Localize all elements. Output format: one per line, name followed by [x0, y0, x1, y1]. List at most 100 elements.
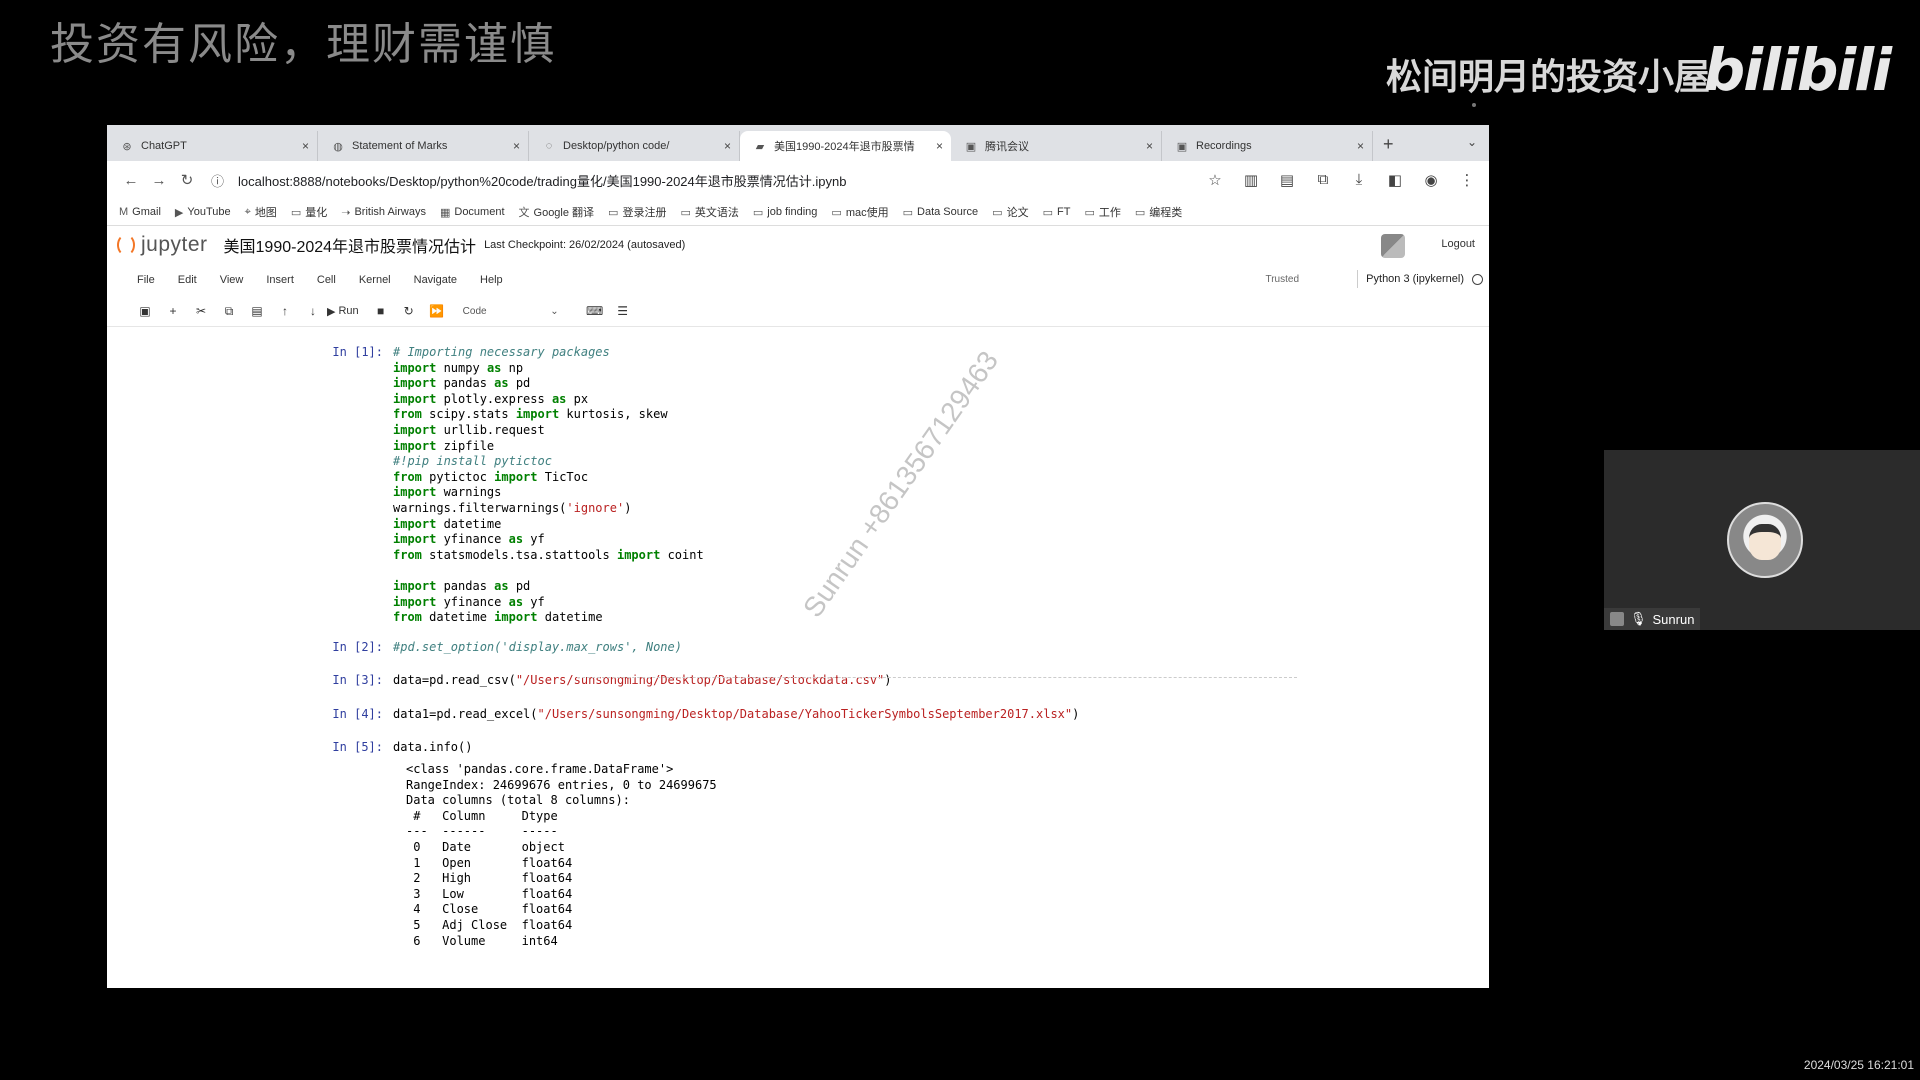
- menu-edit[interactable]: Edit: [178, 274, 197, 286]
- close-icon[interactable]: ×: [1357, 139, 1364, 153]
- bookmark-document[interactable]: ▦ Document: [440, 206, 505, 219]
- stop-icon[interactable]: ■: [367, 304, 395, 318]
- move-up-icon[interactable]: ↑: [271, 304, 299, 318]
- jupyter-menubar: File Edit View Insert Cell Kernel Naviga…: [107, 264, 1489, 296]
- kernel-indicator[interactable]: Python 3 (ipykernel): [1357, 270, 1483, 288]
- map-pin-icon: ⌖: [244, 205, 251, 218]
- puzzle-icon[interactable]: ⧉: [1311, 171, 1335, 189]
- bookmark-gmail[interactable]: M Gmail: [119, 206, 161, 218]
- cut-icon[interactable]: ✂: [187, 304, 215, 318]
- cell-code[interactable]: #pd.set_option('display.max_rows', None): [393, 640, 682, 656]
- move-down-icon[interactable]: ↓: [299, 304, 327, 318]
- bookmark-ft[interactable]: ▭ FT: [1043, 206, 1071, 219]
- close-icon[interactable]: ×: [936, 139, 943, 153]
- url-field[interactable]: localhost:8888/notebooks/Desktop/python%…: [238, 171, 1203, 190]
- tab-desktop-python-code[interactable]: ◌ Desktop/python code/ ×: [529, 131, 740, 161]
- site-info-icon[interactable]: ⓘ: [211, 171, 224, 190]
- tab-chatgpt[interactable]: ⊛ ChatGPT ×: [107, 131, 318, 161]
- browser-window: ⊛ ChatGPT × ◍ Statement of Marks × ◌ Des…: [107, 125, 1489, 988]
- play-icon: ▶: [327, 305, 336, 318]
- close-icon[interactable]: ×: [1146, 139, 1153, 153]
- extension-icon[interactable]: ▥: [1239, 171, 1263, 189]
- side-panel-icon[interactable]: ◧: [1383, 171, 1407, 189]
- translate-icon: 文: [518, 207, 530, 219]
- profile-avatar[interactable]: ◉: [1419, 171, 1443, 189]
- code-cell-1[interactable]: In [1]: # Importing necessary packages i…: [107, 345, 1489, 626]
- close-icon[interactable]: ×: [724, 139, 731, 153]
- bilibili-logo: bilibili: [1703, 36, 1892, 104]
- tab-statement-of-marks[interactable]: ◍ Statement of Marks ×: [318, 131, 529, 161]
- command-palette-icon[interactable]: ☰: [609, 304, 637, 318]
- paste-icon[interactable]: ▤: [243, 304, 271, 318]
- video-call-thumbnail[interactable]: 🎙 Sunrun: [1604, 450, 1920, 630]
- back-icon[interactable]: ←: [117, 172, 145, 189]
- gmail-icon: M: [119, 206, 129, 218]
- jupyter-logo[interactable]: jupyter: [117, 233, 208, 257]
- bookmark-login[interactable]: ▭ 登录注册: [608, 204, 666, 220]
- copy-icon[interactable]: ⧉: [215, 304, 243, 319]
- bookmark-star-icon[interactable]: ☆: [1203, 171, 1227, 189]
- download-icon[interactable]: ⤓: [1347, 171, 1371, 189]
- tab-recordings[interactable]: ▣ Recordings ×: [1162, 131, 1373, 161]
- code-cell-5[interactable]: In [5]: data.info(): [107, 740, 1489, 756]
- notebook-title[interactable]: 美国1990-2024年退市股票情况估计: [224, 233, 477, 257]
- tab-bar: ⊛ ChatGPT × ◍ Statement of Marks × ◌ Des…: [107, 125, 1489, 161]
- code-cell-2[interactable]: In [2]: #pd.set_option('display.max_rows…: [107, 640, 1489, 656]
- menu-navigate[interactable]: Navigate: [414, 274, 457, 286]
- fast-forward-icon[interactable]: ⏩: [423, 304, 451, 318]
- tab-notebook-active[interactable]: ▰ 美国1990-2024年退市股票情 ×: [740, 131, 951, 161]
- menu-help[interactable]: Help: [480, 274, 503, 286]
- tab-tencent-meeting[interactable]: ▣ 腾讯会议 ×: [951, 131, 1162, 161]
- bookmark-job-finding[interactable]: ▭ job finding: [753, 206, 818, 219]
- folder-icon: ▭: [680, 206, 691, 219]
- bookmark-mac[interactable]: ▭ mac使用: [831, 204, 888, 220]
- keyboard-icon[interactable]: ⌨: [581, 304, 609, 318]
- folder-icon: ▭: [992, 206, 1003, 219]
- bookmark-map[interactable]: ⌖ 地图: [245, 204, 277, 220]
- address-bar: ← → ↻ ⓘ localhost:8888/notebooks/Desktop…: [107, 161, 1489, 199]
- browser-actions: ☆ ▥ ▤ ⧉ ⤓ ◧ ◉ ⋮: [1203, 171, 1479, 189]
- cell-code[interactable]: # Importing necessary packages import nu…: [393, 345, 704, 626]
- loading-icon: ◌: [545, 140, 553, 152]
- restart-icon[interactable]: ↻: [395, 304, 423, 318]
- menu-file[interactable]: File: [137, 274, 155, 286]
- bookmark-programming[interactable]: ▭ 编程类: [1135, 204, 1182, 220]
- bookmark-papers[interactable]: ▭ 论文: [992, 204, 1028, 220]
- bookmark-data-source[interactable]: ▭ Data Source: [903, 206, 979, 219]
- tab-search-icon[interactable]: ⌄: [1467, 135, 1477, 149]
- bookmark-google-translate[interactable]: 文 Google 翻译: [519, 204, 595, 220]
- code-cell-4[interactable]: In [4]: data1=pd.read_excel("/Users/suns…: [107, 707, 1489, 723]
- close-icon[interactable]: ×: [513, 139, 520, 153]
- menu-kernel[interactable]: Kernel: [359, 274, 391, 286]
- more-menu-icon[interactable]: ⋮: [1455, 171, 1479, 189]
- bookmark-work[interactable]: ▭ 工作: [1084, 204, 1120, 220]
- reload-icon[interactable]: ↻: [173, 171, 201, 189]
- cell-type-select[interactable]: Code ⌄: [459, 302, 563, 320]
- folder-icon: ▭: [1042, 206, 1053, 219]
- trusted-indicator[interactable]: Trusted: [1265, 274, 1299, 285]
- menu-cell[interactable]: Cell: [317, 274, 336, 286]
- folder-icon: ▭: [752, 206, 764, 219]
- add-cell-icon[interactable]: +: [159, 304, 187, 318]
- run-button[interactable]: ▶ Run: [327, 305, 359, 318]
- cell-code[interactable]: data=pd.read_csv("/Users/sunsongming/Des…: [393, 673, 892, 689]
- execution-progress-line: [577, 677, 1297, 678]
- tab-label: Statement of Marks: [352, 140, 448, 152]
- bookmark-grammar[interactable]: ▭ 英文语法: [680, 204, 738, 220]
- code-cell-3[interactable]: In [3]: data=pd.read_csv("/Users/sunsong…: [107, 673, 1489, 689]
- new-tab-button[interactable]: +: [1373, 134, 1404, 161]
- logout-button[interactable]: Logout: [1441, 238, 1475, 250]
- bookmark-quant[interactable]: ▭ 量化: [291, 204, 327, 220]
- extension-icon[interactable]: ▤: [1275, 171, 1299, 189]
- forward-icon[interactable]: →: [145, 172, 173, 189]
- bookmark-youtube[interactable]: ▶ YouTube: [175, 206, 231, 219]
- cell-code[interactable]: data.info(): [393, 740, 472, 756]
- close-icon[interactable]: ×: [302, 139, 309, 153]
- cell-prompt: In [2]:: [332, 639, 383, 654]
- bookmark-british-airways[interactable]: ➝ British Airways: [341, 206, 426, 219]
- menu-insert[interactable]: Insert: [266, 274, 294, 286]
- cell-code[interactable]: data1=pd.read_excel("/Users/sunsongming/…: [393, 707, 1079, 723]
- save-icon[interactable]: ▣: [131, 304, 159, 318]
- menu-view[interactable]: View: [220, 274, 244, 286]
- tab-label: 腾讯会议: [985, 141, 1029, 153]
